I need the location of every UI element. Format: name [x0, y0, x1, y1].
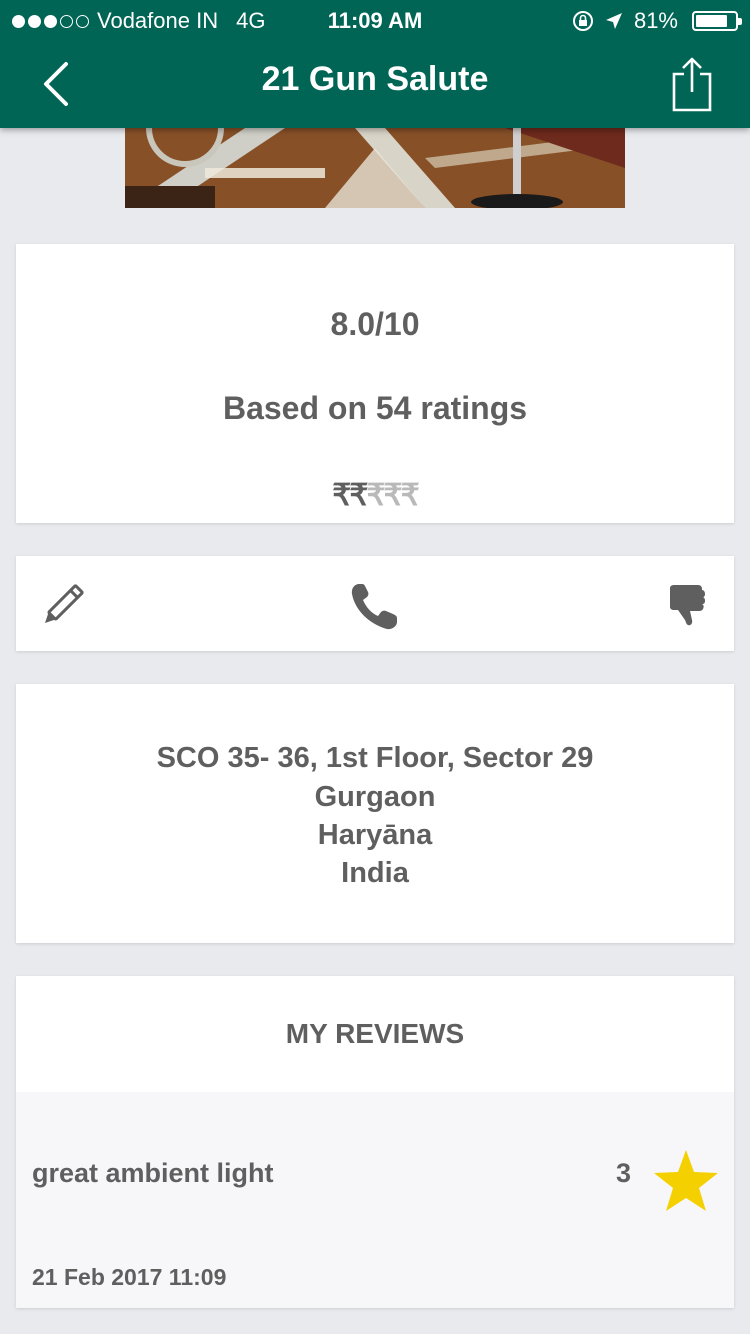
- battery-fill: [696, 15, 727, 27]
- share-button[interactable]: [664, 54, 720, 114]
- rating-count: Based on 54 ratings: [222, 390, 528, 426]
- battery-percentage: 81%: [633, 8, 678, 33]
- address-card: SCO 35- 36, 1st Floor, Sector 29 Gurgaon…: [16, 684, 734, 943]
- review-text: great ambient light: [32, 1158, 274, 1188]
- battery-icon: [692, 11, 742, 31]
- address-line-1: SCO 35- 36, 1st Floor, Sector 29: [156, 742, 594, 774]
- venue-photo: [125, 128, 625, 208]
- review-date: 21 Feb 2017 11:09: [32, 1264, 227, 1290]
- review-score: 3: [616, 1158, 632, 1188]
- star-icon: [654, 1150, 718, 1211]
- status-right: 81%: [572, 8, 742, 34]
- reviews-heading: MY REVIEWS: [285, 1018, 465, 1049]
- address-line-3: Haryāna: [317, 819, 433, 851]
- rotation-lock-icon: [572, 11, 593, 31]
- address-line-4: India: [341, 857, 409, 889]
- call-button[interactable]: [347, 578, 403, 634]
- dislike-button[interactable]: [664, 578, 720, 634]
- price-inactive: ₹₹₹: [366, 479, 419, 512]
- price-level: ₹₹₹₹₹: [16, 478, 734, 513]
- thumbs-down-icon: [670, 585, 705, 626]
- share-icon: [672, 57, 712, 112]
- rating-card: 8.0/10 Based on 54 ratings ₹₹₹₹₹: [16, 244, 734, 523]
- navigation-header: Vodafone IN 4G 11:09 AM 81% 21 Gun Salut…: [0, 0, 750, 128]
- page-title: 21 Gun Salute: [261, 60, 489, 98]
- rating-score: 8.0/10: [330, 306, 420, 342]
- edit-review-button[interactable]: [34, 578, 90, 634]
- location-arrow-icon: [605, 13, 622, 29]
- actions-card: [16, 556, 734, 651]
- reviews-card: MY REVIEWS great ambient light 3 21 Feb …: [16, 976, 734, 1308]
- address-line-2: Gurgaon: [314, 781, 436, 813]
- phone-icon: [351, 584, 397, 630]
- price-active: ₹₹: [332, 479, 368, 512]
- review-item[interactable]: great ambient light 3 21 Feb 2017 11:09: [16, 1092, 734, 1308]
- pencil-icon: [45, 584, 84, 623]
- status-bar: Vodafone IN 4G 11:09 AM 81%: [0, 0, 750, 40]
